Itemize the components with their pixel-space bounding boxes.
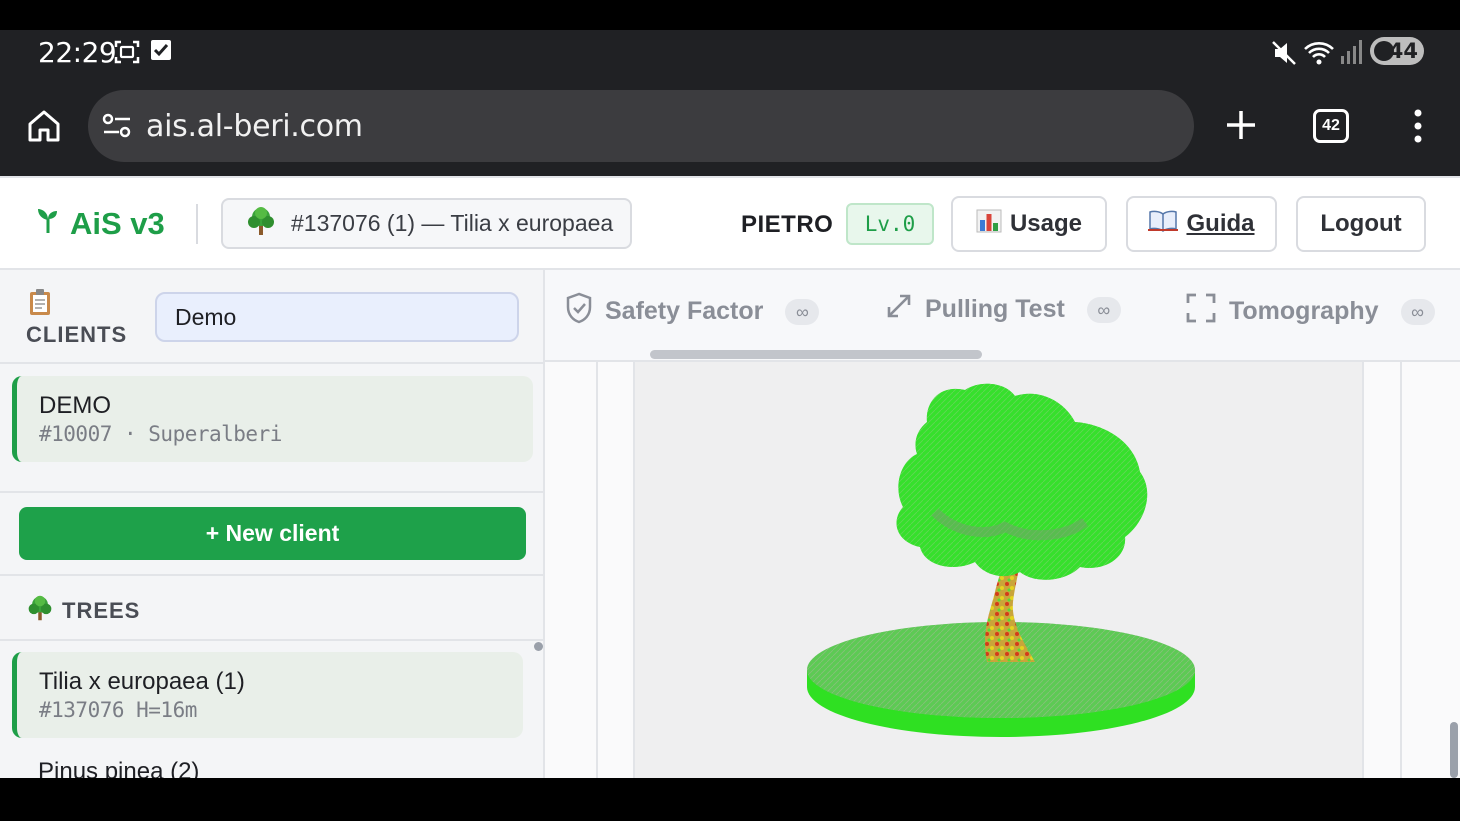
tab-badge: ∞ xyxy=(1086,296,1121,323)
tab-safety-factor[interactable]: Safety Factor ∞ xyxy=(565,292,820,331)
usage-button[interactable]: Usage xyxy=(951,196,1107,252)
viewer-border xyxy=(596,362,598,778)
new-client-button[interactable]: + New client xyxy=(19,507,526,560)
client-name: DEMO xyxy=(39,392,111,419)
scan-frame-icon xyxy=(1185,292,1217,331)
tabs-icon[interactable]: 42 xyxy=(1313,109,1349,143)
client-meta: #10007 · Superalberi xyxy=(39,422,282,446)
sidebar: CLIENTS DEMO #10007 · Superalberi + New … xyxy=(0,270,545,778)
page-scrollbar[interactable] xyxy=(1450,722,1458,778)
tree-icon xyxy=(245,205,277,243)
tree-name: Tilia x europaea (1) xyxy=(39,668,245,695)
divider xyxy=(0,491,543,493)
tree-item-pinus[interactable]: Pinus pinea (2) xyxy=(38,758,199,778)
wifi-icon xyxy=(1303,39,1335,72)
url-bar[interactable]: ais.al-beri.com xyxy=(88,90,1194,162)
current-tree-chip[interactable]: #137076 (1) — Tilia x europaea xyxy=(221,198,632,249)
clipboard-icon xyxy=(28,288,52,321)
url-text[interactable]: ais.al-beri.com xyxy=(146,109,363,144)
tree-mesh-model xyxy=(807,383,1195,737)
checkbox-icon xyxy=(150,39,172,66)
status-bar: 22:29 44 xyxy=(0,30,1460,76)
main-panel: Safety Factor ∞ Pulling Test ∞ Tomograph… xyxy=(545,270,1460,778)
usage-label: Usage xyxy=(1009,210,1083,237)
web-page: AiS v3 #137076 (1) — Tilia x europaea PI… xyxy=(0,176,1460,778)
screenshot-icon xyxy=(114,39,140,70)
home-icon[interactable] xyxy=(26,108,62,149)
more-menu-icon[interactable] xyxy=(1410,108,1426,149)
open-book-icon xyxy=(1148,210,1179,239)
tab-badge: ∞ xyxy=(785,298,820,325)
viewer-area xyxy=(545,362,1460,778)
level-badge: Lv.0 xyxy=(846,203,934,245)
current-tree-label: #137076 (1) — Tilia x europaea xyxy=(291,210,614,236)
bar-chart-icon xyxy=(976,209,1002,240)
clients-label: CLIENTS xyxy=(26,322,128,347)
new-tab-icon[interactable] xyxy=(1224,108,1258,147)
header-divider xyxy=(196,204,198,244)
user-name: PIETRO xyxy=(741,211,834,238)
client-search-input[interactable] xyxy=(155,292,519,342)
tab-label: Safety Factor xyxy=(605,297,764,325)
divider xyxy=(0,574,543,576)
clients-header: CLIENTS xyxy=(0,270,543,364)
tab-tomography[interactable]: Tomography ∞ xyxy=(1185,292,1435,331)
tree-icon xyxy=(26,594,54,628)
screen: 22:29 44 ais.al-beri.com 42 AiS v3 #1370… xyxy=(0,0,1460,821)
guida-label: Guida xyxy=(1186,210,1255,237)
expand-arrows-icon xyxy=(885,292,913,327)
sprout-icon xyxy=(36,206,60,242)
site-settings-icon[interactable] xyxy=(102,112,132,145)
shield-check-icon xyxy=(565,292,593,331)
browser-toolbar: ais.al-beri.com 42 xyxy=(0,76,1460,176)
tabs-scrollbar[interactable] xyxy=(650,350,982,359)
brand-name: AiS v3 xyxy=(70,206,165,241)
trees-label: TREES xyxy=(62,598,141,623)
battery-icon: 44 xyxy=(1370,37,1424,65)
navigation-bar xyxy=(0,778,1460,821)
guida-button[interactable]: Guida xyxy=(1126,196,1277,252)
brand[interactable]: AiS v3 xyxy=(36,206,165,242)
status-time: 22:29 xyxy=(38,36,117,69)
tree-meta: #137076 H=16m xyxy=(39,698,197,722)
trees-header: TREES xyxy=(26,594,140,628)
logout-button[interactable]: Logout xyxy=(1296,196,1426,252)
app-header: AiS v3 #137076 (1) — Tilia x europaea PI… xyxy=(0,176,1460,270)
tree-3d-viewer[interactable] xyxy=(633,362,1364,778)
sidebar-scrollbar[interactable] xyxy=(534,642,543,651)
tree-item-tilia[interactable]: Tilia x europaea (1) #137076 H=16m xyxy=(12,652,523,738)
tab-label: Pulling Test xyxy=(925,295,1065,323)
signal-icon xyxy=(1340,39,1362,70)
divider xyxy=(0,639,543,641)
analysis-tabs: Safety Factor ∞ Pulling Test ∞ Tomograph… xyxy=(545,270,1460,362)
mute-icon xyxy=(1270,39,1298,72)
client-item-demo[interactable]: DEMO #10007 · Superalberi xyxy=(12,376,533,462)
tab-badge: ∞ xyxy=(1400,298,1435,325)
tab-label: Tomography xyxy=(1229,297,1379,325)
viewer-border xyxy=(1400,362,1402,778)
tab-pulling-test[interactable]: Pulling Test ∞ xyxy=(885,292,1121,327)
